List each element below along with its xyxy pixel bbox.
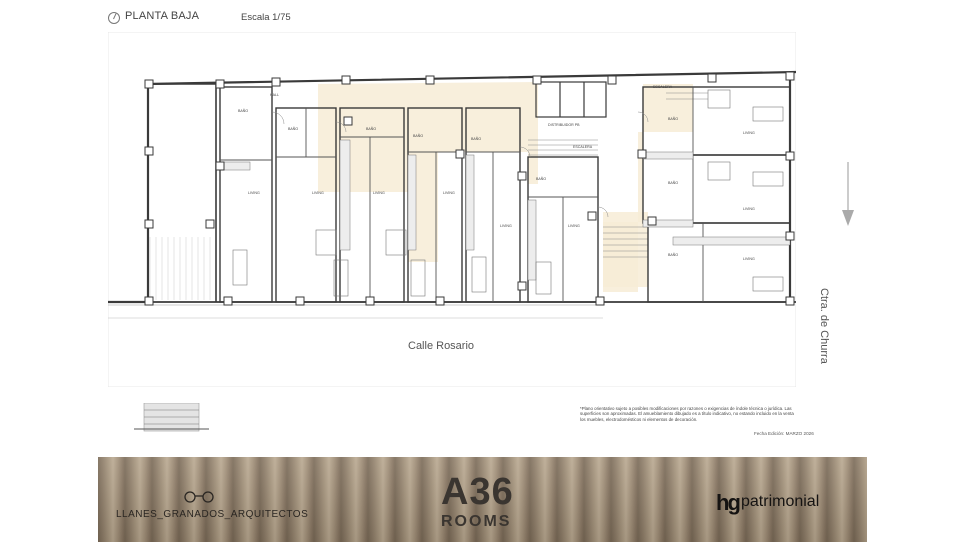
label-distribuidor: DISTRIBUIDOR PB <box>548 123 580 127</box>
brand-title: A36 <box>441 471 514 513</box>
right-counters <box>642 151 791 246</box>
label-escalera: ESCALERA <box>653 85 673 89</box>
section-diagram <box>134 403 209 432</box>
common-area-stair <box>603 212 648 287</box>
street-name-side: Ctra. de Churra <box>818 288 830 364</box>
disclaimer-note: *Plano orientativo sujeto a posibles mod… <box>580 406 794 422</box>
street-name-main: Calle Rosario <box>408 340 475 352</box>
label-bano-2: BAÑO <box>288 126 298 131</box>
label-living-8: LIVING <box>743 207 755 211</box>
label-living-9: LIVING <box>743 257 755 261</box>
plan-scale: Escala 1/75 <box>241 12 291 23</box>
label-bano-8: BAÑO <box>668 180 678 185</box>
label-bano-3: BAÑO <box>366 126 376 131</box>
edition-date: Fecha Edición: MARZO 2026 <box>754 431 814 436</box>
label-living-5: LIVING <box>500 224 512 228</box>
label-bano-1: BAÑO <box>238 108 248 113</box>
common-area <box>318 82 538 262</box>
label-bano-7: BAÑO <box>668 116 678 121</box>
label-living-1: LIVING <box>248 191 260 195</box>
label-living-6: LIVING <box>568 224 580 228</box>
north-compass-icon <box>108 12 120 24</box>
label-living-7: LIVING <box>743 131 755 135</box>
plan-title: PLANTA BAJA <box>125 10 200 22</box>
label-bano-4: BAÑO <box>413 133 423 138</box>
footer-banner: LLANES_GRANADOS_ARQUITECTOS A36 ROOMS hg… <box>98 457 867 542</box>
floor-plan: HALL DISTRIBUIDOR PB ESCALERA ESCALERA B… <box>108 32 796 387</box>
label-escalera-2: ESCALERA <box>573 145 593 149</box>
direction-arrow-icon <box>842 162 854 226</box>
label-bano-9: BAÑO <box>668 252 678 257</box>
brand-subtitle: ROOMS <box>441 513 512 530</box>
label-bano-5: BAÑO <box>471 136 481 141</box>
developer-name: patrimonial <box>741 493 820 510</box>
glasses-logo-icon <box>184 491 214 503</box>
developer-logo-mark: hg <box>716 490 741 515</box>
label-living-2: LIVING <box>312 191 324 195</box>
label-living-3: LIVING <box>373 191 385 195</box>
beds <box>232 229 552 297</box>
label-bano-6: BAÑO <box>536 176 546 181</box>
elevator-core <box>535 81 607 118</box>
left-block <box>148 83 217 302</box>
partitions-right <box>692 87 704 302</box>
label-hall: HALL <box>270 93 279 97</box>
label-living-4: LIVING <box>443 191 455 195</box>
architect-name: LLANES_GRANADOS_ARQUITECTOS <box>116 509 309 520</box>
yard-hatch <box>149 237 211 300</box>
